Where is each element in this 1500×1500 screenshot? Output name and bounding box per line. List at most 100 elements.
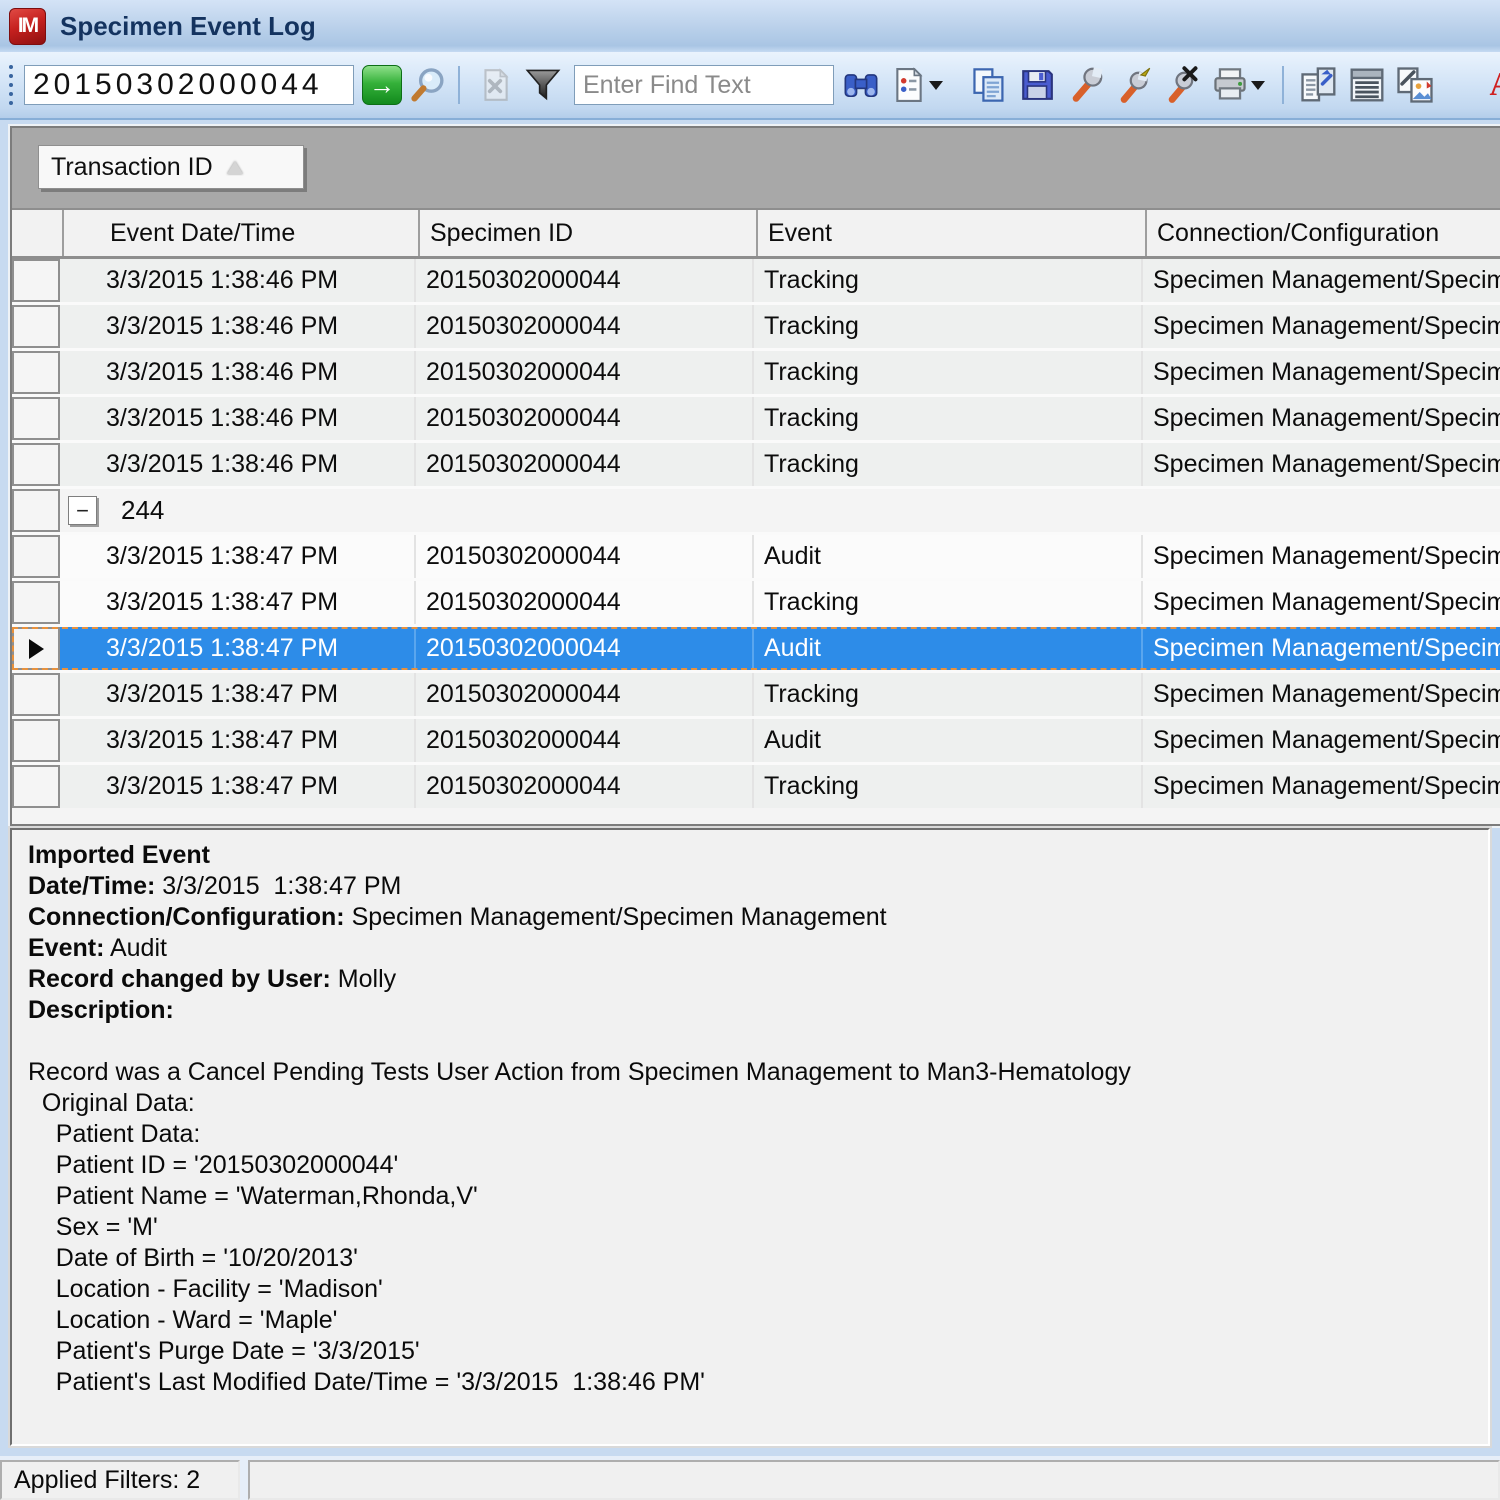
- cell-specimen-id: 20150302000044: [416, 305, 754, 348]
- table-row[interactable]: 3/3/2015 1:38:47 PM20150302000044Trackin…: [12, 673, 1500, 716]
- row-selector-cell[interactable]: [12, 305, 60, 348]
- transaction-search-input[interactable]: [24, 65, 354, 105]
- detail-field-label: Description:: [28, 996, 174, 1024]
- table-row[interactable]: 3/3/2015 1:38:46 PM20150302000044Trackin…: [12, 305, 1500, 348]
- column-header-spec[interactable]: Specimen ID: [420, 210, 758, 256]
- cell-event-datetime: 3/3/2015 1:38:47 PM: [60, 581, 416, 624]
- group-row[interactable]: −244: [12, 489, 1500, 532]
- detail-field-line: Description:: [28, 995, 1488, 1026]
- go-arrow-button[interactable]: →: [362, 65, 402, 105]
- copy-button[interactable]: [968, 64, 1010, 106]
- row-selector-cell[interactable]: [12, 443, 60, 486]
- table-row[interactable]: 3/3/2015 1:38:47 PM20150302000044AuditSp…: [12, 719, 1500, 762]
- cell-connection-configuration: Specimen Management/Specimen Management: [1143, 581, 1500, 624]
- table-row[interactable]: 3/3/2015 1:38:46 PM20150302000044Trackin…: [12, 351, 1500, 394]
- table-row[interactable]: 3/3/2015 1:38:46 PM20150302000044Trackin…: [12, 397, 1500, 440]
- grid-header-row: Event Date/TimeSpecimen IDEventConnectio…: [12, 210, 1500, 259]
- sort-ascending-icon: [227, 161, 243, 174]
- cell-connection-configuration: Specimen Management/Specimen Management: [1143, 719, 1500, 762]
- toolbar-grip-handle[interactable]: [6, 62, 16, 108]
- cell-specimen-id: 20150302000044: [416, 581, 754, 624]
- search-magnifier-button[interactable]: [408, 64, 450, 106]
- list-view-button[interactable]: [1346, 64, 1388, 106]
- row-selector-header: [12, 210, 64, 256]
- row-selector-cell[interactable]: [12, 397, 60, 440]
- find-binoculars-button[interactable]: [840, 64, 882, 106]
- cell-specimen-id: 20150302000044: [416, 627, 754, 670]
- print-button[interactable]: [1208, 64, 1268, 106]
- event-detail-panel: Imported Event Date/Time: 3/3/2015 1:38:…: [10, 828, 1490, 1446]
- detail-field-line: Record changed by User: Molly: [28, 964, 1488, 995]
- toolbar: →: [0, 52, 1500, 120]
- row-selector-cell[interactable]: [12, 581, 60, 624]
- copy-icon: [970, 66, 1008, 104]
- filter-funnel-button[interactable]: [522, 64, 564, 106]
- row-selector-cell[interactable]: [12, 719, 60, 762]
- applied-filters-panel[interactable]: Applied Filters: 2: [0, 1460, 240, 1500]
- cell-event-datetime: 3/3/2015 1:38:46 PM: [60, 351, 416, 394]
- row-selector-cell[interactable]: [12, 535, 60, 578]
- filter-funnel-icon: [524, 66, 562, 104]
- detail-fields: Date/Time: 3/3/2015 1:38:47 PMConnection…: [28, 871, 1488, 1026]
- save-button[interactable]: [1016, 64, 1058, 106]
- row-selector-cell[interactable]: [12, 259, 60, 302]
- toolbar-separator: [458, 66, 460, 104]
- group-row-label: 244: [121, 495, 164, 526]
- image-export-icon: [1395, 65, 1435, 105]
- cell-event: Audit: [754, 535, 1143, 578]
- column-header-date[interactable]: Event Date/Time: [64, 210, 420, 256]
- group-by-band: Transaction ID: [12, 128, 1500, 210]
- list-view-icon: [1347, 65, 1387, 105]
- cell-event-datetime: 3/3/2015 1:38:46 PM: [60, 397, 416, 440]
- cell-event-datetime: 3/3/2015 1:38:46 PM: [60, 443, 416, 486]
- configure-wrench-button[interactable]: [1064, 64, 1106, 106]
- collapse-group-button[interactable]: −: [68, 496, 97, 525]
- row-selector-cell[interactable]: [12, 351, 60, 394]
- cell-connection-configuration: Specimen Management/Specimen Management: [1143, 765, 1500, 808]
- row-selector-cell[interactable]: [12, 673, 60, 716]
- column-header-conn[interactable]: Connection/Configuration: [1147, 210, 1500, 256]
- configure-wrench-icon: [1066, 66, 1104, 104]
- detail-field-value: Molly: [331, 965, 396, 993]
- table-row[interactable]: 3/3/2015 1:38:47 PM20150302000044AuditSp…: [12, 627, 1500, 670]
- cell-event-datetime: 3/3/2015 1:38:46 PM: [60, 259, 416, 302]
- image-export-button[interactable]: [1394, 64, 1436, 106]
- column-header-event[interactable]: Event: [758, 210, 1147, 256]
- table-row[interactable]: 3/3/2015 1:38:46 PM20150302000044Trackin…: [12, 443, 1500, 486]
- table-row[interactable]: 3/3/2015 1:38:47 PM20150302000044Trackin…: [12, 581, 1500, 624]
- clear-document-button[interactable]: [474, 64, 516, 106]
- table-row[interactable]: 3/3/2015 1:38:47 PM20150302000044AuditSp…: [12, 535, 1500, 578]
- cell-event: Tracking: [754, 443, 1143, 486]
- row-selector-cell[interactable]: [12, 765, 60, 808]
- cell-event-datetime: 3/3/2015 1:38:47 PM: [60, 627, 416, 670]
- cell-connection-configuration: Specimen Management/Specimen Management: [1143, 305, 1500, 348]
- configure-wrench-remove-button[interactable]: [1160, 64, 1202, 106]
- detail-description-line: Patient Name = 'Waterman,Rhonda,V': [28, 1181, 1488, 1212]
- row-selector-cell[interactable]: [12, 627, 60, 670]
- current-row-marker-icon: [29, 639, 44, 659]
- report-export-button[interactable]: [1298, 64, 1340, 106]
- table-row[interactable]: 3/3/2015 1:38:47 PM20150302000044Trackin…: [12, 765, 1500, 808]
- window-title: Specimen Event Log: [60, 11, 316, 42]
- configure-wrench-arrow-button[interactable]: [1112, 64, 1154, 106]
- applied-filters-text: Applied Filters: 2: [14, 1466, 200, 1495]
- cell-event-datetime: 3/3/2015 1:38:47 PM: [60, 719, 416, 762]
- cell-event: Tracking: [754, 397, 1143, 440]
- view-options-dropdown-caret: [929, 81, 943, 90]
- row-selector-cell[interactable]: [12, 489, 60, 532]
- cell-connection-configuration: Specimen Management/Specimen Management: [1143, 259, 1500, 302]
- detail-field-line: Date/Time: 3/3/2015 1:38:47 PM: [28, 871, 1488, 902]
- report-export-icon: [1299, 65, 1339, 105]
- table-row[interactable]: 3/3/2015 1:38:46 PM20150302000044Trackin…: [12, 259, 1500, 302]
- font-a-icon-clipped[interactable]: A: [1489, 66, 1500, 104]
- save-icon: [1019, 67, 1055, 103]
- cell-event-datetime: 3/3/2015 1:38:47 PM: [60, 673, 416, 716]
- cell-event-datetime: 3/3/2015 1:38:47 PM: [60, 535, 416, 578]
- view-options-button[interactable]: [888, 64, 946, 106]
- detail-field-value: Audit: [104, 934, 167, 962]
- find-text-input[interactable]: [574, 65, 834, 105]
- group-column-transaction-id[interactable]: Transaction ID: [38, 145, 304, 189]
- cell-event: Tracking: [754, 673, 1143, 716]
- app-logo-icon: IM: [9, 8, 46, 45]
- detail-description-line: Patient's Last Modified Date/Time = '3/3…: [28, 1367, 1488, 1398]
